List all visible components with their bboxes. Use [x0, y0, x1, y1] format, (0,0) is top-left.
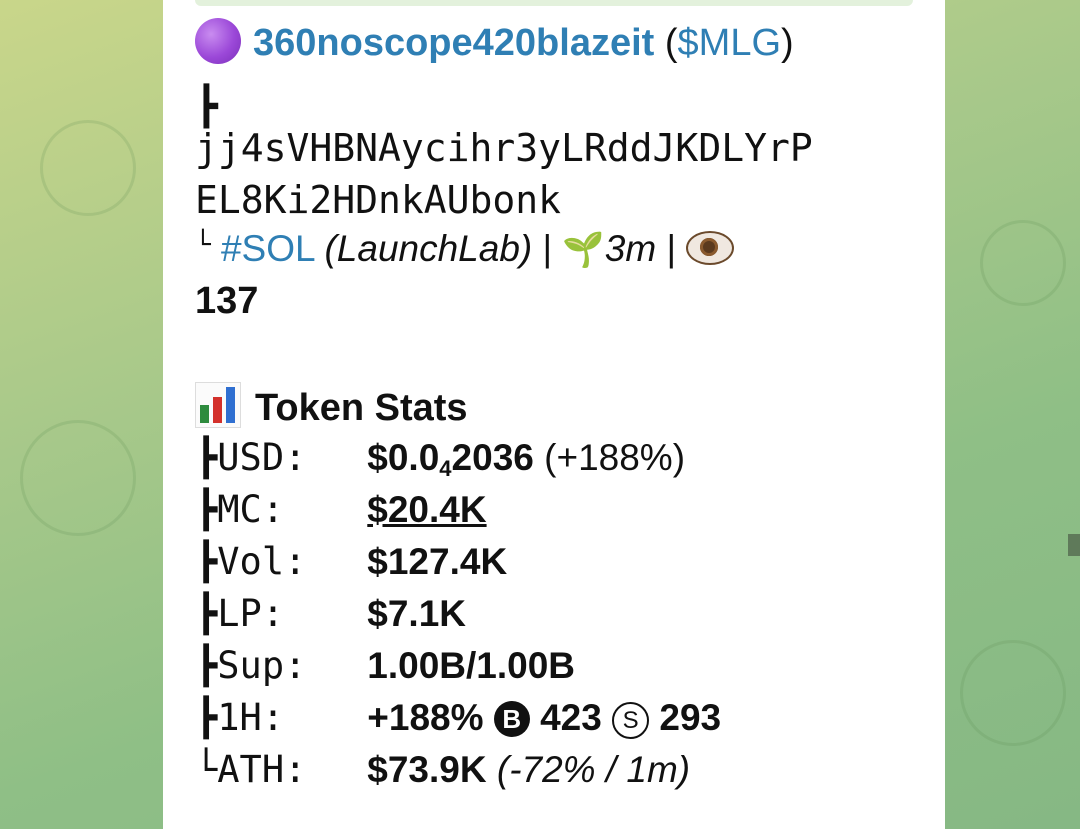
stat-row-lp: ┣LP: $7.1K [195, 592, 467, 635]
stat-row-vol: ┣Vol: $127.4K [195, 540, 508, 583]
token-meta: └ #SOL (LaunchLab) | 🌱3m | [195, 228, 735, 270]
token-age: 3m [604, 228, 657, 269]
token-name-link[interactable]: 360noscope420blazeit [253, 22, 654, 64]
sells-icon: S [612, 702, 650, 739]
eye-icon [686, 231, 735, 265]
buys-icon: B [493, 701, 530, 737]
purple-circle-icon [195, 18, 241, 64]
stat-row-usd: ┣USD: $0.042036 (+188%) [195, 436, 686, 481]
token-stats-heading: Token Stats [195, 382, 468, 430]
stat-row-1h: ┣1H: +188% B 423 S 293 [195, 696, 722, 739]
background-doodle [20, 420, 136, 536]
reply-quote-bar[interactable] [195, 0, 913, 6]
ticker-link[interactable]: $MLG [678, 22, 781, 64]
seedling-icon: 🌱 [562, 231, 605, 269]
stat-row-ath: └ATH: $73.9K (-72% / 1m) [195, 748, 691, 791]
contract-address-line-2[interactable]: EL8Ki2HDnkAUbonk [195, 170, 561, 231]
background-doodle [980, 220, 1066, 306]
market-cap-link[interactable]: $20.4K [367, 489, 486, 530]
background-doodle [40, 120, 136, 216]
stat-row-supply: ┣Sup: 1.00B/1.00B [195, 644, 576, 687]
scroll-handle[interactable] [1068, 534, 1080, 556]
stat-row-mc: ┣MC: $20.4K [195, 488, 487, 531]
view-count: 137 [195, 280, 259, 322]
token-title: 360noscope420blazeit ($MLG) [195, 18, 794, 65]
background-doodle [960, 640, 1066, 746]
bar-chart-icon [195, 382, 241, 428]
chain-hashtag[interactable]: #SOL [221, 228, 314, 269]
launchpad-label: (LaunchLab) [324, 228, 533, 269]
